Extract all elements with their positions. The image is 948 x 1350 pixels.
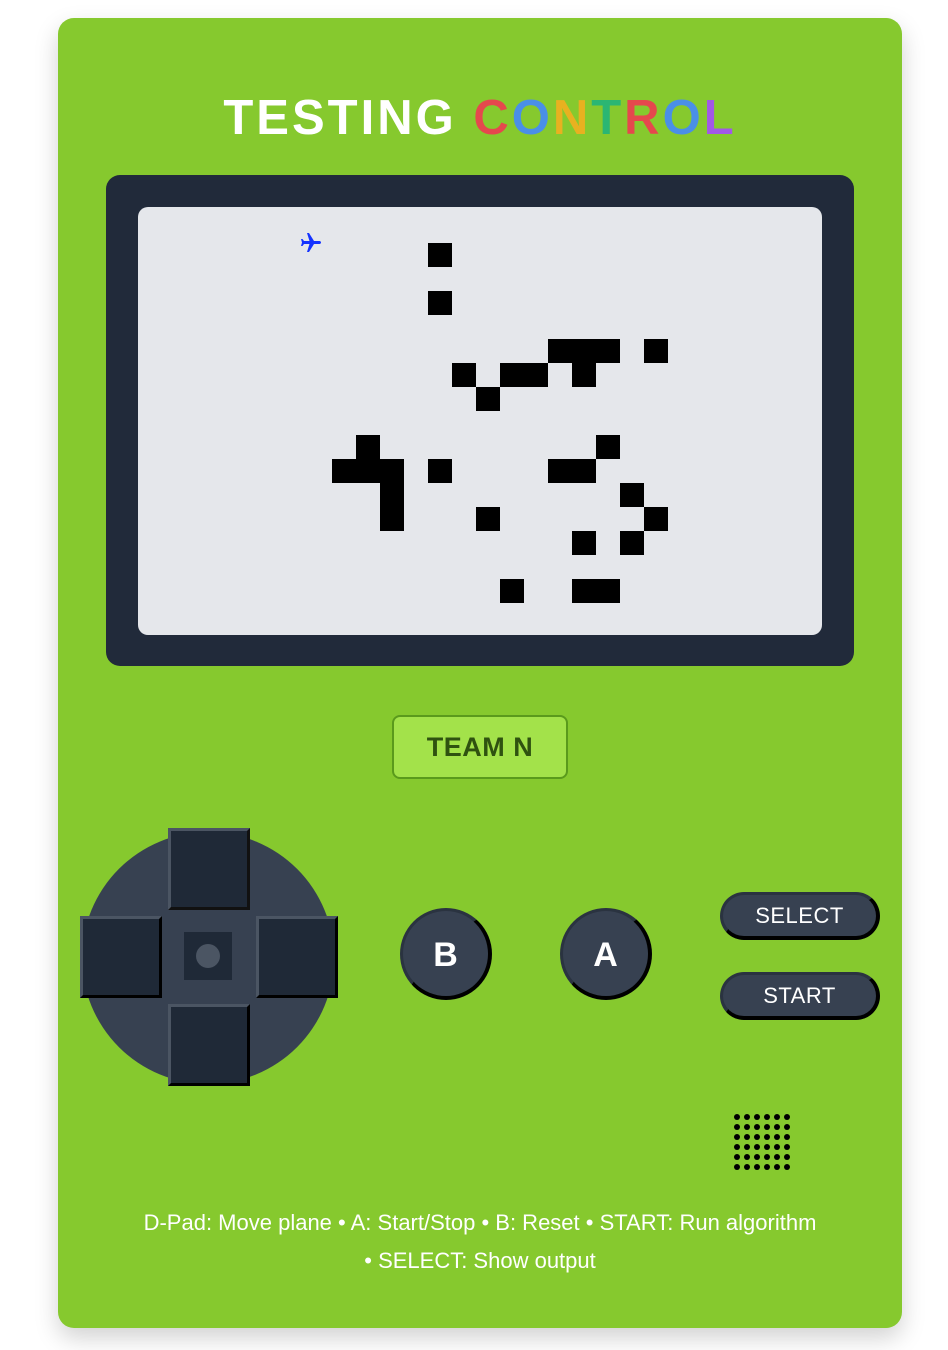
speaker-dot [784, 1124, 790, 1130]
speaker-dot [744, 1164, 750, 1170]
obstacle-cell [356, 435, 380, 459]
obstacle-cell [572, 459, 596, 483]
speaker-dot [744, 1154, 750, 1160]
dpad-right-button[interactable] [256, 916, 338, 998]
obstacle-cell [428, 459, 452, 483]
speaker-dot [774, 1124, 780, 1130]
speaker-dot [764, 1164, 770, 1170]
obstacle-cell [380, 459, 404, 483]
speaker-grille [734, 1114, 792, 1172]
speaker-dot [784, 1154, 790, 1160]
speaker-dot [774, 1134, 780, 1140]
speaker-dot [764, 1144, 770, 1150]
help-line-1: D-Pad: Move plane • A: Start/Stop • B: R… [143, 1210, 817, 1235]
speaker-dot [764, 1134, 770, 1140]
speaker-dot [774, 1154, 780, 1160]
speaker-dot [734, 1114, 740, 1120]
title-colored: CONTROL [473, 91, 736, 145]
speaker-dot [744, 1114, 750, 1120]
dpad-center-dot [196, 944, 220, 968]
screen-bezel [106, 175, 854, 666]
title-letter: L [703, 91, 737, 145]
obstacle-cell [356, 459, 380, 483]
speaker-dot [744, 1144, 750, 1150]
dpad-center [184, 932, 232, 980]
a-button[interactable]: A [560, 908, 652, 1000]
help-line-2: • SELECT: Show output [364, 1248, 596, 1273]
obstacle-cell [380, 507, 404, 531]
speaker-dot [754, 1114, 760, 1120]
obstacle-cell [476, 387, 500, 411]
title-letter: R [624, 91, 663, 145]
speaker-dot [744, 1134, 750, 1140]
title-letter: N [552, 91, 592, 145]
speaker-dot [744, 1124, 750, 1130]
obstacle-cell [332, 459, 356, 483]
title-letter: O [511, 91, 553, 145]
dpad-up-button[interactable] [168, 828, 250, 910]
speaker-dot [774, 1164, 780, 1170]
obstacle-cell [572, 579, 596, 603]
speaker-dot [754, 1164, 760, 1170]
obstacle-cell [572, 531, 596, 555]
title-letter: T [591, 91, 625, 145]
speaker-dot [734, 1154, 740, 1160]
speaker-dot [754, 1124, 760, 1130]
speaker-dot [734, 1164, 740, 1170]
obstacle-cell [644, 339, 668, 363]
obstacle-cell [620, 531, 644, 555]
obstacle-cell [500, 363, 524, 387]
obstacle-cell [620, 483, 644, 507]
start-button[interactable]: START [720, 972, 880, 1020]
speaker-dot [784, 1144, 790, 1150]
dpad-down-button[interactable] [168, 1004, 250, 1086]
speaker-dot [764, 1124, 770, 1130]
b-button[interactable]: B [400, 908, 492, 1000]
obstacle-cell [596, 435, 620, 459]
speaker-dot [734, 1134, 740, 1140]
title-letter: C [473, 91, 512, 145]
speaker-dot [754, 1144, 760, 1150]
speaker-dot [734, 1144, 740, 1150]
game-console: TESTING CONTROL TEAM N B A SELECT START … [58, 18, 902, 1328]
title-plain: TESTING [223, 91, 474, 145]
obstacle-cell [476, 507, 500, 531]
speaker-dot [764, 1114, 770, 1120]
dpad-left-button[interactable] [80, 916, 162, 998]
console-title: TESTING CONTROL [58, 94, 902, 143]
game-screen[interactable] [138, 207, 822, 635]
obstacle-cell [644, 507, 668, 531]
obstacle-cell [428, 291, 452, 315]
speaker-dot [734, 1124, 740, 1130]
speaker-dot [754, 1134, 760, 1140]
obstacle-cell [380, 483, 404, 507]
obstacle-cell [572, 339, 596, 363]
obstacle-cell [524, 363, 548, 387]
obstacle-cell [548, 459, 572, 483]
speaker-dot [764, 1154, 770, 1160]
speaker-dot [754, 1154, 760, 1160]
obstacle-cell [428, 243, 452, 267]
speaker-dot [784, 1164, 790, 1170]
obstacle-cell [452, 363, 476, 387]
obstacle-cell [596, 579, 620, 603]
speaker-dot [774, 1144, 780, 1150]
airplane-icon [301, 233, 321, 252]
speaker-dot [774, 1114, 780, 1120]
select-button[interactable]: SELECT [720, 892, 880, 940]
speaker-dot [784, 1114, 790, 1120]
obstacle-cell [572, 363, 596, 387]
obstacle-cell [596, 339, 620, 363]
speaker-dot [784, 1134, 790, 1140]
team-badge: TEAM N [392, 715, 568, 779]
title-letter: O [662, 91, 704, 145]
obstacle-cell [548, 339, 572, 363]
help-text: D-Pad: Move plane • A: Start/Stop • B: R… [98, 1204, 862, 1280]
obstacle-cell [500, 579, 524, 603]
